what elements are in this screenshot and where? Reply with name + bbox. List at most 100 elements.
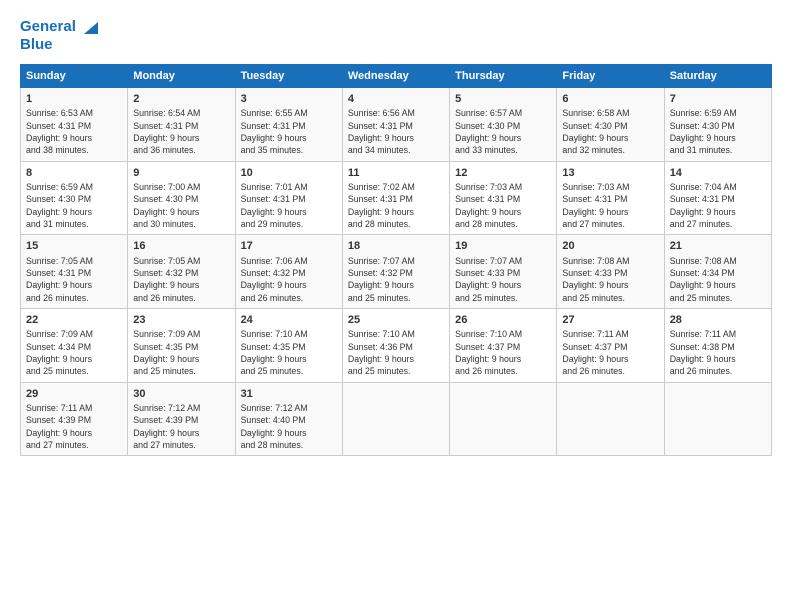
day-info: Sunrise: 7:00 AMSunset: 4:30 PMDaylight:… <box>133 181 229 230</box>
day-info: Sunrise: 7:07 AMSunset: 4:33 PMDaylight:… <box>455 255 551 304</box>
week-row-3: 15Sunrise: 7:05 AMSunset: 4:31 PMDayligh… <box>21 235 772 309</box>
cell-5-3: 31Sunrise: 7:12 AMSunset: 4:40 PMDayligh… <box>235 382 342 456</box>
day-info: Sunrise: 6:57 AMSunset: 4:30 PMDaylight:… <box>455 107 551 156</box>
col-header-wednesday: Wednesday <box>342 65 449 88</box>
day-info: Sunrise: 6:56 AMSunset: 4:31 PMDaylight:… <box>348 107 444 156</box>
day-number: 17 <box>241 239 337 254</box>
cell-4-6: 27Sunrise: 7:11 AMSunset: 4:37 PMDayligh… <box>557 308 664 382</box>
cell-4-4: 25Sunrise: 7:10 AMSunset: 4:36 PMDayligh… <box>342 308 449 382</box>
day-info: Sunrise: 6:58 AMSunset: 4:30 PMDaylight:… <box>562 107 658 156</box>
page: General Blue SundayMondayTuesdayWednesda… <box>0 0 792 612</box>
cell-3-4: 18Sunrise: 7:07 AMSunset: 4:32 PMDayligh… <box>342 235 449 309</box>
cell-1-5: 5Sunrise: 6:57 AMSunset: 4:30 PMDaylight… <box>450 88 557 162</box>
cell-3-2: 16Sunrise: 7:05 AMSunset: 4:32 PMDayligh… <box>128 235 235 309</box>
cell-1-3: 3Sunrise: 6:55 AMSunset: 4:31 PMDaylight… <box>235 88 342 162</box>
day-number: 7 <box>670 92 766 107</box>
day-number: 15 <box>26 239 122 254</box>
day-number: 24 <box>241 313 337 328</box>
day-info: Sunrise: 7:11 AMSunset: 4:39 PMDaylight:… <box>26 402 122 451</box>
day-number: 4 <box>348 92 444 107</box>
day-info: Sunrise: 6:54 AMSunset: 4:31 PMDaylight:… <box>133 107 229 156</box>
day-info: Sunrise: 7:12 AMSunset: 4:39 PMDaylight:… <box>133 402 229 451</box>
day-number: 16 <box>133 239 229 254</box>
day-info: Sunrise: 6:55 AMSunset: 4:31 PMDaylight:… <box>241 107 337 156</box>
day-info: Sunrise: 7:10 AMSunset: 4:35 PMDaylight:… <box>241 328 337 377</box>
logo-blue: Blue <box>20 36 100 54</box>
day-info: Sunrise: 7:07 AMSunset: 4:32 PMDaylight:… <box>348 255 444 304</box>
day-info: Sunrise: 7:05 AMSunset: 4:32 PMDaylight:… <box>133 255 229 304</box>
day-number: 27 <box>562 313 658 328</box>
day-number: 3 <box>241 92 337 107</box>
day-number: 20 <box>562 239 658 254</box>
cell-3-1: 15Sunrise: 7:05 AMSunset: 4:31 PMDayligh… <box>21 235 128 309</box>
day-number: 5 <box>455 92 551 107</box>
day-info: Sunrise: 7:05 AMSunset: 4:31 PMDaylight:… <box>26 255 122 304</box>
week-row-5: 29Sunrise: 7:11 AMSunset: 4:39 PMDayligh… <box>21 382 772 456</box>
day-number: 13 <box>562 166 658 181</box>
day-number: 12 <box>455 166 551 181</box>
day-info: Sunrise: 7:08 AMSunset: 4:33 PMDaylight:… <box>562 255 658 304</box>
day-info: Sunrise: 7:12 AMSunset: 4:40 PMDaylight:… <box>241 402 337 451</box>
day-number: 19 <box>455 239 551 254</box>
day-info: Sunrise: 7:11 AMSunset: 4:37 PMDaylight:… <box>562 328 658 377</box>
cell-2-1: 8Sunrise: 6:59 AMSunset: 4:30 PMDaylight… <box>21 161 128 235</box>
day-info: Sunrise: 7:11 AMSunset: 4:38 PMDaylight:… <box>670 328 766 377</box>
cell-2-3: 10Sunrise: 7:01 AMSunset: 4:31 PMDayligh… <box>235 161 342 235</box>
day-number: 11 <box>348 166 444 181</box>
cell-4-7: 28Sunrise: 7:11 AMSunset: 4:38 PMDayligh… <box>664 308 771 382</box>
day-number: 22 <box>26 313 122 328</box>
cell-2-4: 11Sunrise: 7:02 AMSunset: 4:31 PMDayligh… <box>342 161 449 235</box>
day-number: 23 <box>133 313 229 328</box>
cell-5-5 <box>450 382 557 456</box>
cell-1-7: 7Sunrise: 6:59 AMSunset: 4:30 PMDaylight… <box>664 88 771 162</box>
cell-2-5: 12Sunrise: 7:03 AMSunset: 4:31 PMDayligh… <box>450 161 557 235</box>
cell-2-7: 14Sunrise: 7:04 AMSunset: 4:31 PMDayligh… <box>664 161 771 235</box>
day-number: 14 <box>670 166 766 181</box>
day-number: 21 <box>670 239 766 254</box>
cell-1-4: 4Sunrise: 6:56 AMSunset: 4:31 PMDaylight… <box>342 88 449 162</box>
cell-5-4 <box>342 382 449 456</box>
day-info: Sunrise: 7:09 AMSunset: 4:35 PMDaylight:… <box>133 328 229 377</box>
day-number: 29 <box>26 387 122 402</box>
logo-icon <box>82 18 100 36</box>
logo-text: General <box>20 18 100 36</box>
cell-4-2: 23Sunrise: 7:09 AMSunset: 4:35 PMDayligh… <box>128 308 235 382</box>
cell-3-5: 19Sunrise: 7:07 AMSunset: 4:33 PMDayligh… <box>450 235 557 309</box>
cell-4-1: 22Sunrise: 7:09 AMSunset: 4:34 PMDayligh… <box>21 308 128 382</box>
cell-2-2: 9Sunrise: 7:00 AMSunset: 4:30 PMDaylight… <box>128 161 235 235</box>
day-info: Sunrise: 7:04 AMSunset: 4:31 PMDaylight:… <box>670 181 766 230</box>
col-header-friday: Friday <box>557 65 664 88</box>
day-number: 8 <box>26 166 122 181</box>
day-number: 10 <box>241 166 337 181</box>
day-number: 26 <box>455 313 551 328</box>
col-header-sunday: Sunday <box>21 65 128 88</box>
day-info: Sunrise: 7:03 AMSunset: 4:31 PMDaylight:… <box>562 181 658 230</box>
day-info: Sunrise: 7:01 AMSunset: 4:31 PMDaylight:… <box>241 181 337 230</box>
day-info: Sunrise: 7:06 AMSunset: 4:32 PMDaylight:… <box>241 255 337 304</box>
col-header-thursday: Thursday <box>450 65 557 88</box>
day-info: Sunrise: 6:59 AMSunset: 4:30 PMDaylight:… <box>26 181 122 230</box>
day-number: 25 <box>348 313 444 328</box>
header-row: SundayMondayTuesdayWednesdayThursdayFrid… <box>21 65 772 88</box>
day-number: 9 <box>133 166 229 181</box>
day-info: Sunrise: 7:02 AMSunset: 4:31 PMDaylight:… <box>348 181 444 230</box>
col-header-tuesday: Tuesday <box>235 65 342 88</box>
day-number: 2 <box>133 92 229 107</box>
day-number: 18 <box>348 239 444 254</box>
week-row-4: 22Sunrise: 7:09 AMSunset: 4:34 PMDayligh… <box>21 308 772 382</box>
cell-4-3: 24Sunrise: 7:10 AMSunset: 4:35 PMDayligh… <box>235 308 342 382</box>
day-info: Sunrise: 6:53 AMSunset: 4:31 PMDaylight:… <box>26 107 122 156</box>
day-number: 31 <box>241 387 337 402</box>
week-row-2: 8Sunrise: 6:59 AMSunset: 4:30 PMDaylight… <box>21 161 772 235</box>
calendar-table: SundayMondayTuesdayWednesdayThursdayFrid… <box>20 64 772 456</box>
cell-5-6 <box>557 382 664 456</box>
cell-4-5: 26Sunrise: 7:10 AMSunset: 4:37 PMDayligh… <box>450 308 557 382</box>
cell-1-1: 1Sunrise: 6:53 AMSunset: 4:31 PMDaylight… <box>21 88 128 162</box>
logo: General Blue <box>20 18 100 54</box>
cell-3-3: 17Sunrise: 7:06 AMSunset: 4:32 PMDayligh… <box>235 235 342 309</box>
day-number: 1 <box>26 92 122 107</box>
day-number: 30 <box>133 387 229 402</box>
cell-5-2: 30Sunrise: 7:12 AMSunset: 4:39 PMDayligh… <box>128 382 235 456</box>
day-number: 28 <box>670 313 766 328</box>
header: General Blue <box>20 18 772 54</box>
